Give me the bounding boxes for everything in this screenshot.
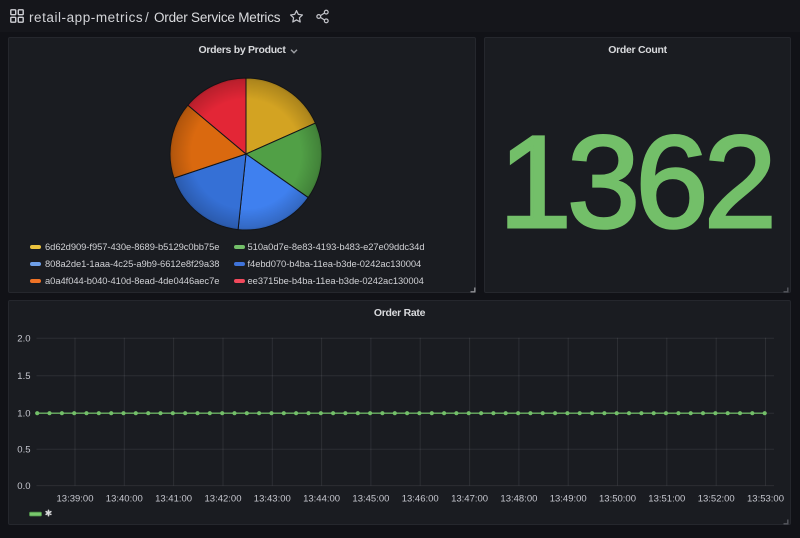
svg-text:2.0: 2.0	[17, 334, 30, 345]
svg-text:13:51:00: 13:51:00	[648, 494, 685, 505]
svg-text:13:40:00: 13:40:00	[106, 494, 143, 505]
svg-text:13:52:00: 13:52:00	[698, 494, 735, 505]
svg-text:13:42:00: 13:42:00	[205, 494, 242, 505]
svg-text:13:50:00: 13:50:00	[599, 494, 636, 505]
svg-text:13:47:00: 13:47:00	[451, 494, 488, 505]
svg-text:0.0: 0.0	[17, 481, 30, 492]
svg-text:13:46:00: 13:46:00	[402, 494, 439, 505]
svg-text:13:53:00: 13:53:00	[747, 494, 784, 505]
svg-text:13:44:00: 13:44:00	[303, 494, 340, 505]
svg-text:1.5: 1.5	[17, 371, 30, 382]
svg-text:13:39:00: 13:39:00	[57, 494, 94, 505]
svg-text:13:41:00: 13:41:00	[155, 494, 192, 505]
svg-text:1.0: 1.0	[17, 408, 30, 419]
svg-text:13:49:00: 13:49:00	[550, 494, 587, 505]
svg-text:0.5: 0.5	[17, 445, 30, 456]
svg-text:13:48:00: 13:48:00	[500, 494, 537, 505]
svg-text:13:43:00: 13:43:00	[254, 494, 291, 505]
svg-text:13:45:00: 13:45:00	[352, 494, 389, 505]
